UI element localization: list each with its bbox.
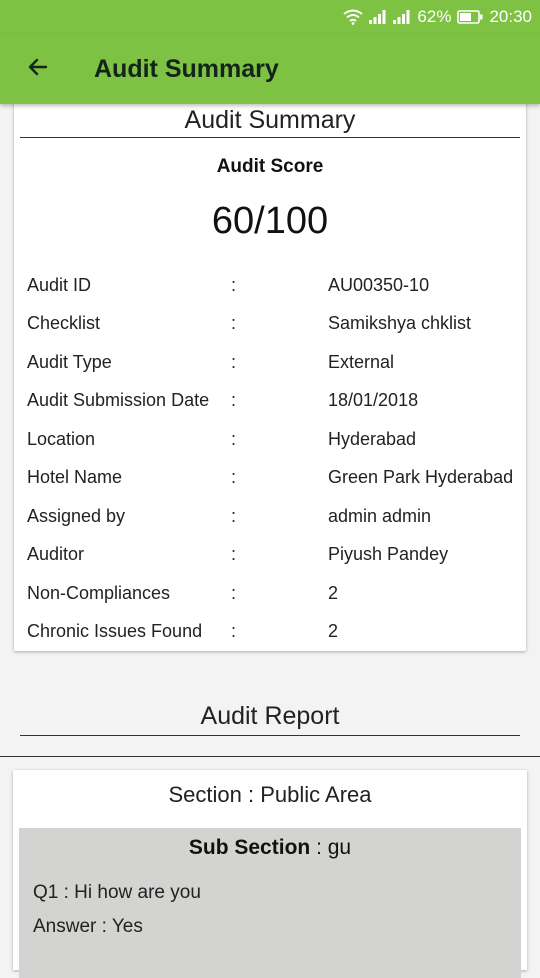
detail-label: Location xyxy=(27,428,96,449)
detail-label: Non-Compliances xyxy=(27,582,171,603)
detail-label: Auditor xyxy=(27,544,85,565)
detail-row-non-compliances: Non-Compliances : 2 xyxy=(27,574,517,613)
wifi-icon xyxy=(343,9,364,25)
detail-value: admin admin xyxy=(328,505,432,526)
detail-colon: : xyxy=(231,428,237,449)
detail-row-auditor: Auditor : Piyush Pandey xyxy=(27,536,517,575)
detail-label: Chronic Issues Found xyxy=(27,621,203,642)
detail-colon: : xyxy=(231,544,237,565)
answer-text: Answer : Yes xyxy=(33,916,143,937)
battery-icon xyxy=(457,10,483,24)
status-bar: 62% 20:30 xyxy=(0,0,540,34)
subsection-title: Sub Section : gu xyxy=(19,836,521,860)
detail-value: 2 xyxy=(328,582,339,603)
signal-icon xyxy=(369,10,387,24)
detail-label: Audit Submission Date xyxy=(27,390,210,411)
detail-colon: : xyxy=(231,467,237,488)
audit-report-title: Audit Report xyxy=(200,702,340,730)
back-button[interactable] xyxy=(20,51,56,87)
detail-value: Hyderabad xyxy=(328,428,417,449)
detail-colon: : xyxy=(231,621,237,642)
detail-value: External xyxy=(328,351,395,372)
audit-score-value: 60/100 xyxy=(211,200,329,242)
summary-divider xyxy=(20,137,520,138)
detail-row-audit-type: Audit Type : External xyxy=(27,343,517,382)
summary-details: Audit ID : AU00350-10 Checklist : Samiks… xyxy=(27,266,517,651)
detail-row-audit-id: Audit ID : AU00350-10 xyxy=(27,266,517,305)
section-title: Section : Public Area xyxy=(168,782,372,807)
clock: 20:30 xyxy=(489,7,532,26)
detail-value: AU00350-10 xyxy=(328,274,430,295)
detail-colon: : xyxy=(231,505,237,526)
arrow-back-icon xyxy=(26,55,50,84)
question-text: Q1 : Hi how are you xyxy=(33,882,201,903)
audit-score-label: Audit Score xyxy=(216,156,324,177)
detail-value: 2 xyxy=(328,621,339,642)
battery-percent: 62% xyxy=(417,7,452,26)
detail-label: Assigned by xyxy=(27,505,126,526)
detail-colon: : xyxy=(231,582,237,603)
detail-colon: : xyxy=(231,274,237,295)
app-bar: Audit Summary xyxy=(0,34,540,104)
detail-label: Audit Type xyxy=(27,351,112,372)
detail-row-location: Location : Hyderabad xyxy=(27,420,517,459)
section-card: Section : Public Area Sub Section : gu Q… xyxy=(13,770,527,978)
detail-label: Audit ID xyxy=(27,274,92,295)
detail-row-submission-date: Audit Submission Date : 18/01/2018 xyxy=(27,382,517,421)
detail-row-chronic-issues: Chronic Issues Found : 2 xyxy=(27,613,517,652)
subsection-block: Sub Section : gu Q1 : Hi how are you Ans… xyxy=(19,828,521,978)
detail-colon: : xyxy=(231,313,237,334)
summary-title: Audit Summary xyxy=(184,106,356,134)
report-divider-full xyxy=(0,756,540,757)
report-divider xyxy=(20,735,520,736)
page-title: Audit Summary xyxy=(94,54,279,83)
detail-value: Samikshya chklist xyxy=(328,313,472,334)
audit-summary-card: Audit Summary Audit Score 60/100 Audit I… xyxy=(14,96,526,651)
detail-label: Hotel Name xyxy=(27,467,123,488)
subsection-label: Sub Section xyxy=(188,836,311,859)
detail-row-checklist: Checklist : Samikshya chklist xyxy=(27,305,517,344)
signal-icon-2 xyxy=(393,10,411,24)
detail-row-hotel-name: Hotel Name : Green Park Hyderabad xyxy=(27,459,517,498)
detail-row-assigned-by: Assigned by : admin admin xyxy=(27,497,517,536)
detail-label: Checklist xyxy=(27,313,101,334)
detail-value: Green Park Hyderabad xyxy=(328,467,514,488)
detail-colon: : xyxy=(231,351,237,372)
detail-value: 18/01/2018 xyxy=(328,390,419,411)
detail-colon: : xyxy=(231,390,237,411)
detail-value: Piyush Pandey xyxy=(328,544,449,565)
subsection-value: : gu xyxy=(310,836,352,859)
